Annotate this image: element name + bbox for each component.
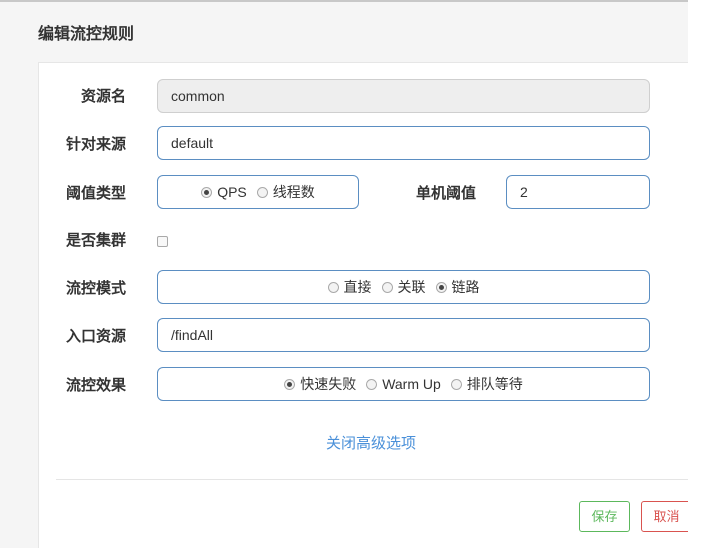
control-behavior-label: 流控效果 [65, 377, 126, 394]
cluster-checkbox[interactable] [157, 236, 168, 247]
radio-unchecked-icon[interactable] [366, 378, 378, 390]
radio-checked-icon[interactable] [201, 186, 213, 198]
edit-flow-rule-dialog: 编辑流控规则 资源名 common 针对来源 default 阈值类型 QPS … [0, 0, 712, 548]
strategy-option-relate-label: 关联 [397, 279, 426, 295]
radio-checked-icon[interactable] [284, 378, 296, 390]
grade-option-threads[interactable]: 线程数 [256, 182, 315, 202]
radio-unchecked-icon[interactable] [327, 281, 339, 293]
resource-label: 资源名 [80, 88, 126, 105]
dialog-title: 编辑流控规则 [38, 26, 135, 43]
strategy-option-relate[interactable]: 关联 [381, 277, 426, 297]
strategy-option-direct-label: 直接 [343, 279, 372, 295]
grade-label: 阈值类型 [65, 185, 126, 202]
strategy-option-chain[interactable]: 链路 [435, 277, 480, 297]
count-label: 单机阈值 [415, 185, 476, 202]
cluster-label: 是否集群 [65, 232, 126, 249]
radio-unchecked-icon[interactable] [256, 186, 268, 198]
ref-resource-label: 入口资源 [65, 328, 126, 345]
control-behavior-radio-group: 快速失败 Warm Up 排队等待 [157, 367, 650, 401]
strategy-radio-group: 直接 关联 链路 [157, 270, 650, 304]
behavior-option-warm-up-label: Warm Up [382, 376, 441, 392]
radio-unchecked-icon[interactable] [381, 281, 393, 293]
strategy-option-direct[interactable]: 直接 [327, 277, 372, 297]
viewport-edge [688, 0, 712, 548]
behavior-option-queue-label: 排队等待 [466, 376, 523, 392]
strategy-option-chain-label: 链路 [451, 279, 480, 295]
save-button[interactable]: 保存 [579, 501, 630, 532]
behavior-option-queue[interactable]: 排队等待 [450, 374, 523, 394]
cancel-button[interactable]: 取消 [641, 501, 692, 532]
dialog-top-border [0, 0, 688, 2]
ref-resource-input[interactable]: /findAll [157, 318, 650, 352]
grade-option-qps[interactable]: QPS [201, 184, 247, 200]
toggle-advanced-options-link[interactable]: 关闭高级选项 [326, 432, 416, 453]
behavior-option-warm-up[interactable]: Warm Up [366, 376, 441, 392]
grade-option-threads-label: 线程数 [272, 184, 315, 200]
grade-radio-group: QPS 线程数 [157, 175, 359, 209]
behavior-option-fail-fast-label: 快速失败 [300, 376, 357, 392]
resource-input[interactable]: common [157, 79, 650, 113]
grade-option-qps-label: QPS [217, 184, 247, 200]
count-input[interactable]: 2 [506, 175, 650, 209]
behavior-option-fail-fast[interactable]: 快速失败 [284, 374, 356, 394]
footer-divider [56, 479, 688, 480]
strategy-label: 流控模式 [65, 280, 126, 297]
radio-unchecked-icon[interactable] [450, 378, 462, 390]
limit-app-label: 针对来源 [65, 136, 126, 153]
limit-app-input[interactable]: default [157, 126, 650, 160]
radio-checked-icon[interactable] [435, 281, 447, 293]
